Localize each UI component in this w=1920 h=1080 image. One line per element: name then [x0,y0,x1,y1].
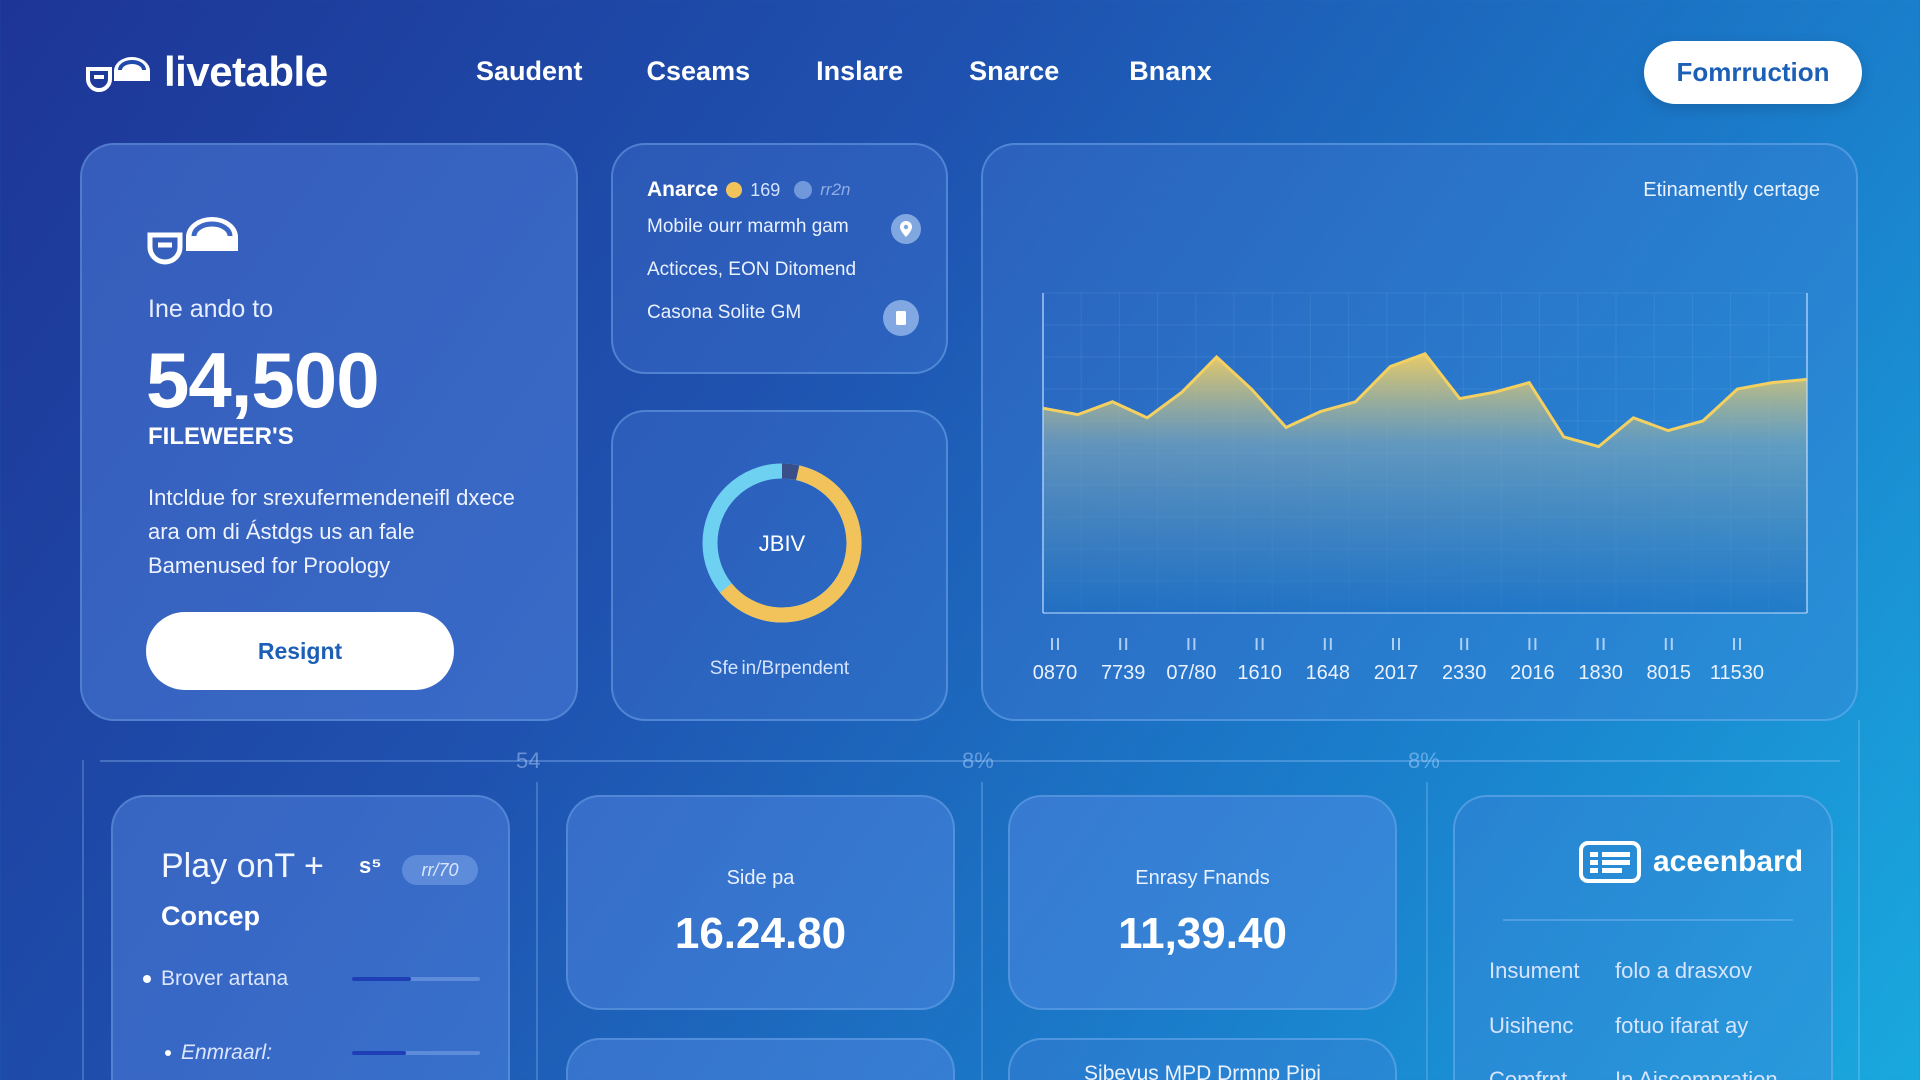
nav-item-inslare[interactable]: Inslare [816,56,903,87]
play-item-label: Enmraarl: [181,1041,273,1064]
document-icon[interactable] [883,300,919,336]
bullet-dot [165,1050,171,1056]
column-rule [536,782,538,1080]
list-item[interactable]: Brover artana [143,967,288,991]
progress-fill [352,977,411,981]
x-tick-label: 2330 [1442,662,1487,684]
list-key: Insument [1489,958,1580,983]
x-tick-label: 1648 [1306,662,1351,684]
cta-button[interactable]: Fomrruction [1644,41,1862,104]
x-tick-label: 1610 [1237,662,1282,684]
legend-label-b: rr2n [820,180,851,199]
play-badge: s⁵ [359,853,382,878]
x-tick-group: 0870 7739 07/80 1610 1648 2017 2330 2016 1830 801… [1033,638,1764,684]
stub-text: Sibeyus MPD Drmnp Pipi [1084,1062,1321,1080]
divider-tag: 8% [962,748,994,773]
nav-item-snarce[interactable]: Snarce [969,56,1059,87]
nav-item-cseams[interactable]: Cseams [647,56,751,87]
donut-card: JBIV Sfe in/Brpendent [611,410,948,721]
list-value: folo a drasxov [1615,958,1752,983]
stat-card[interactable]: Enrasy Fnands 11,39.40 [1008,795,1397,1010]
donut-caption: Sfe in/Brpendent [709,658,850,679]
x-tick-label: 11530 [1710,662,1764,684]
hero-subtitle: Ine ando to [148,295,274,323]
play-item-label: Brover artana [161,967,289,990]
x-tick-label: 7739 [1101,662,1146,684]
main-nav: Saudent Cseams Inslare Snarce Bnanx [476,56,1212,87]
info-row: Acticces, EON Ditomend [647,259,857,280]
x-tick-label: 8015 [1647,662,1692,684]
play-chip[interactable]: rr/70 [402,855,478,885]
play-card: Play onT + s⁵ rr/70 Concep Brover artana… [111,795,510,1080]
area-chart: 0870 7739 07/80 1610 1648 2017 2330 2016 1830 801… [1033,292,1808,684]
x-tick-label: 07/80 [1166,662,1216,684]
location-pin-icon[interactable] [891,214,921,244]
x-tick-label: 1830 [1578,662,1623,684]
hero-value: 54,500 [146,336,380,424]
column-rule [82,760,84,1080]
donut-chart: JBIV [702,463,862,623]
list-card: aceenbard Insument folo a drasxov Uisihe… [1453,795,1833,1080]
list-value: fotuo ifarat ay [1615,1013,1749,1038]
list-key: Comfrnt [1489,1067,1568,1080]
stat-label: Enrasy Fnands [1135,867,1270,889]
divider-tag: 54 [516,748,541,773]
list-brand-name: aceenbard [1653,845,1804,878]
hero-description: Intcldue for srexufermendeneifl dхece ar… [148,485,515,578]
info-header: Anarce 169 rr2n [647,178,850,202]
stat-value: 16.24.80 [674,909,847,958]
legend-dot-grey [794,181,813,199]
progress-track [352,977,480,981]
list-item[interactable]: Enmraarl: [165,1041,272,1065]
brand-cap-icon [86,57,150,92]
stat-value: 11,39.40 [1118,909,1287,958]
list-value: In Aiscompration [1615,1067,1778,1080]
hero-button[interactable]: Resignt [146,612,454,690]
nav-item-saudent[interactable]: Saudent [476,56,583,87]
hero-card: Ine ando to 54,500 FILEWEER'S Intcldue f… [80,143,578,721]
list-key: Uisihenc [1489,1013,1574,1038]
list-brand[interactable]: aceenbard [1579,841,1803,883]
stat-card[interactable]: Side pa 16.24.80 [566,795,955,1010]
bullet-dot [143,975,151,983]
x-tick-label: 2016 [1510,662,1555,684]
list-doc-icon [1579,841,1641,883]
info-row: Mobile ourr marmh gam [647,216,849,237]
progress-track [352,1051,480,1055]
logo[interactable]: livetable [84,48,328,96]
list-separator [1503,919,1793,921]
column-rule [1426,782,1428,1080]
x-tick-label: 0870 [1033,662,1078,684]
donut-center-label: JBIV [759,531,806,556]
stub-card[interactable] [566,1038,955,1080]
x-tick-label: 2017 [1374,662,1419,684]
divider-tag: 8% [1408,748,1440,773]
stub-card[interactable]: Sibeyus MPD Drmnp Pipi [1008,1038,1397,1080]
column-rule [981,782,983,1080]
legend-label-a: 169 [750,179,781,200]
chart-card: Etinamently certage 0870 7739 07/80 1610 164… [981,143,1858,721]
legend-dot-yellow [726,182,743,198]
hero-unit: FILEWEER'S [148,423,294,450]
info-title: Anarce [647,178,719,201]
stat-label: Side pa [726,867,795,889]
info-card: Anarce 169 rr2n Mobile ourr marmh gam Ac… [611,143,948,374]
progress-fill [352,1051,406,1055]
brand-cap-icon [147,217,238,265]
info-row: Casona Solite GM [647,302,802,323]
brand-name: livetable [164,48,328,95]
play-title: Play onT + [161,847,324,885]
column-rule [1858,720,1860,1080]
play-subtitle: Concep [161,901,261,931]
nav-item-bnanx[interactable]: Bnanx [1129,56,1212,87]
